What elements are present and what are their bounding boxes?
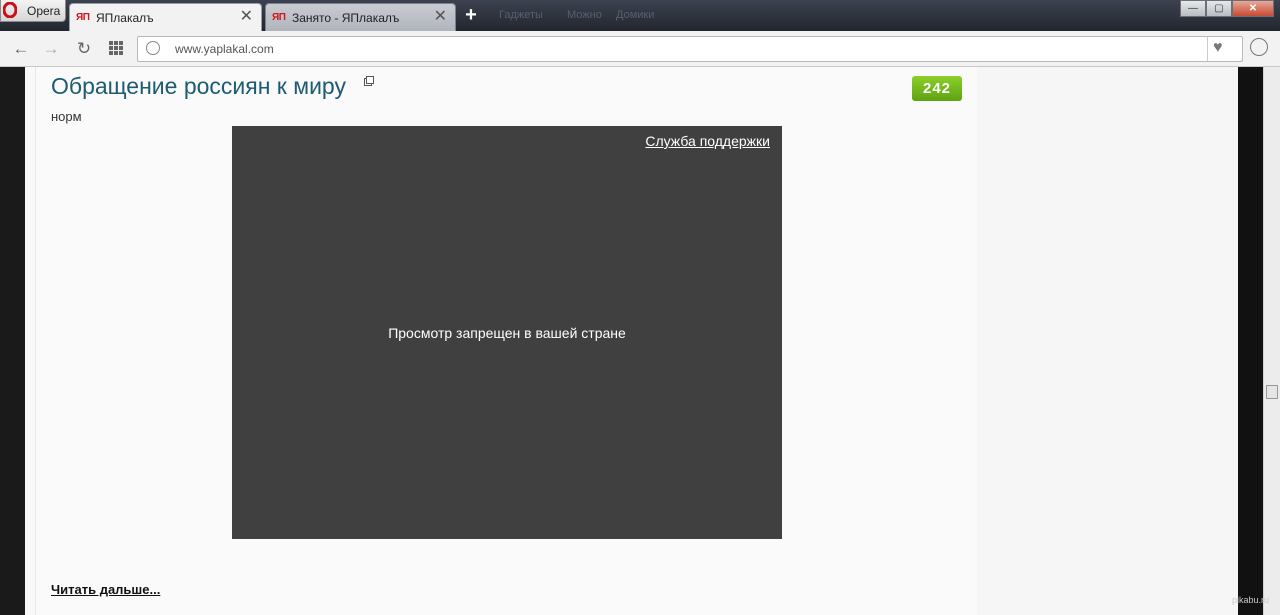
opera-logo-icon (3, 2, 17, 18)
page-background-right (1238, 67, 1263, 615)
page-scrollbar[interactable] (1263, 67, 1280, 615)
tab-close-icon[interactable]: ✕ (240, 8, 253, 26)
video-player[interactable]: Служба поддержки Просмотр запрещен в ваш… (232, 126, 782, 539)
blocked-message: Просмотр запрещен в вашей стране (388, 325, 626, 341)
sidebar-column (977, 67, 1238, 615)
tab-yaplakal[interactable]: ЯП ЯПлакалъ ✕ (69, 3, 262, 31)
post-title[interactable]: Обращение россиян к миру (51, 73, 346, 100)
ghost-menu-item: Гаджеты (499, 9, 543, 21)
site-info-icon[interactable] (146, 41, 160, 55)
opera-menu-label: Opera (27, 4, 61, 18)
page-background-left (0, 67, 25, 615)
external-link-icon[interactable] (364, 76, 374, 86)
tab-busy-yaplakal[interactable]: ЯП Занято - ЯПлакалъ ✕ (265, 3, 456, 31)
tab-title: ЯПлакалъ (96, 11, 154, 25)
heart-icon[interactable]: ♥ (1213, 39, 1223, 57)
back-arrow-icon[interactable]: ← (10, 38, 32, 60)
watermark-text: pikabu.ru (1232, 595, 1270, 605)
support-link[interactable]: Служба поддержки (645, 133, 770, 149)
grid-icon[interactable] (108, 40, 124, 56)
new-tab-button[interactable]: + (461, 5, 481, 25)
minimize-button[interactable]: — (1180, 0, 1206, 17)
address-bar[interactable]: www.yaplakal.com ♥ (137, 36, 1243, 62)
window-controls: — ▢ ✕ (1180, 0, 1274, 18)
navigation-toolbar: ← → ↻ www.yaplakal.com ♥ (0, 31, 1280, 67)
url-separator (1207, 37, 1208, 61)
opera-menu-button[interactable]: Opera (0, 0, 66, 22)
post-text: норм (51, 109, 82, 124)
tab-favicon-icon: ЯП (76, 12, 90, 23)
ghost-menu-item: Можно (567, 9, 602, 21)
scrollbar-thumb[interactable] (1266, 385, 1278, 399)
read-more-link[interactable]: Читать дальше... (51, 582, 160, 597)
reload-icon[interactable]: ↻ (73, 38, 95, 60)
title-bar: Opera ЯП ЯПлакалъ ✕ ЯП Занято - ЯПлакалъ… (0, 0, 1280, 31)
maximize-button[interactable]: ▢ (1206, 0, 1232, 17)
close-window-button[interactable]: ✕ (1232, 0, 1274, 17)
download-icon[interactable] (1250, 38, 1268, 56)
url-text: www.yaplakal.com (175, 42, 274, 56)
tab-favicon-icon: ЯП (272, 12, 286, 23)
rating-badge[interactable]: 242 (912, 76, 962, 101)
forward-arrow-icon[interactable]: → (40, 38, 62, 60)
ghost-menu-item: Домики (616, 9, 655, 21)
tab-title: Занято - ЯПлакалъ (292, 11, 400, 25)
tab-close-icon[interactable]: ✕ (434, 8, 447, 26)
